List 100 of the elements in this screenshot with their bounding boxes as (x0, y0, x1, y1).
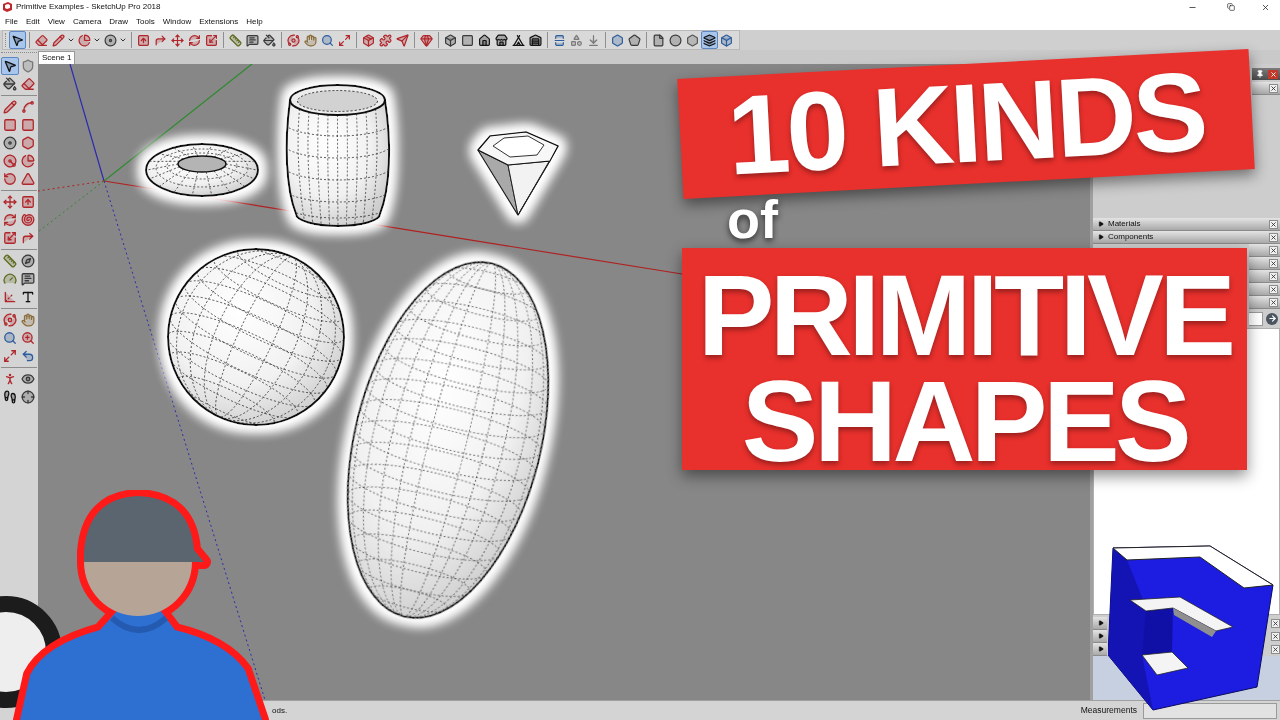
circle-radius-icon (3, 154, 17, 168)
hexagon-icon (686, 33, 699, 47)
arrow-button[interactable] (1266, 312, 1278, 325)
menu-item[interactable]: Extensions (195, 18, 243, 26)
hexagon-icon (611, 33, 624, 47)
panel-header[interactable] (1093, 643, 1107, 656)
tool-button[interactable] (1, 134, 19, 152)
scale-icon (3, 231, 17, 245)
tool-button[interactable] (667, 31, 684, 49)
close-icon[interactable] (1269, 219, 1278, 229)
puzzle-icon (379, 33, 392, 47)
tool-button[interactable] (527, 31, 544, 49)
square-arrow-up-icon (137, 33, 150, 47)
circle-icon (669, 33, 682, 47)
triangle-icon (21, 172, 35, 186)
letter-t-icon (21, 290, 35, 304)
menu-item[interactable]: Tools (132, 18, 159, 26)
menu-item[interactable]: Camera (68, 18, 106, 26)
tool-button[interactable] (9, 31, 26, 49)
tool-button[interactable] (19, 270, 37, 288)
collapsed-triangle-icon[interactable] (1098, 646, 1104, 652)
collapsed-triangle-icon[interactable] (1098, 620, 1104, 626)
warehouse-icon (529, 33, 542, 47)
menu-item[interactable]: Draw (105, 18, 132, 26)
tool-button[interactable] (442, 31, 459, 49)
close-icon[interactable] (1269, 284, 1278, 294)
square-icon (461, 33, 474, 47)
panel-header[interactable]: Components (1093, 231, 1280, 244)
cube-icon (720, 33, 733, 47)
send-icon (396, 33, 409, 47)
zoom-in-icon (21, 331, 35, 345)
eraser-icon (21, 77, 35, 91)
panel-header[interactable] (1093, 617, 1107, 630)
pin-icon[interactable] (1256, 70, 1264, 78)
hexagon-icon (21, 136, 35, 150)
tool-button[interactable] (102, 31, 119, 49)
eye-icon (21, 372, 35, 386)
menu-item[interactable]: File (1, 18, 22, 26)
caret-icon[interactable] (67, 36, 75, 44)
disc-icon (3, 136, 17, 150)
pointer-icon (11, 33, 24, 47)
collapsed-triangle-icon[interactable] (1098, 633, 1104, 639)
tool-button[interactable] (626, 31, 643, 49)
tool-button[interactable] (19, 388, 37, 406)
search-icon (3, 331, 17, 345)
collapsed-triangle-icon[interactable] (1098, 234, 1104, 240)
expand-arrows-icon (338, 33, 351, 47)
close-icon (1260, 2, 1270, 12)
filter-field[interactable] (1249, 311, 1263, 326)
close-icon[interactable] (1269, 245, 1278, 255)
paint-bucket-icon (263, 33, 276, 47)
collapsed-triangle-icon[interactable] (1098, 221, 1104, 227)
tool-button[interactable] (261, 31, 278, 49)
tool-button[interactable] (1, 57, 19, 75)
menu-item[interactable]: Help (242, 18, 267, 26)
expand-arrows-icon (3, 349, 17, 363)
arrow-right-icon (1267, 314, 1277, 323)
caret-icon[interactable] (119, 36, 127, 44)
tool-button[interactable] (476, 31, 493, 49)
curved-arrow-icon (21, 231, 35, 245)
crosshair-icon (21, 390, 35, 404)
shield-icon (21, 59, 35, 73)
menu-item[interactable]: Window (158, 18, 196, 26)
split-square-icon (553, 33, 566, 47)
close-icon[interactable] (1269, 83, 1278, 93)
hand-icon (304, 33, 317, 47)
headline-text: SHAPES (741, 368, 1188, 474)
house-icon (478, 33, 491, 47)
panel-header[interactable] (1093, 630, 1107, 643)
menu-item[interactable]: Edit (21, 18, 44, 26)
tool-button[interactable] (19, 252, 37, 270)
square-icon (3, 118, 17, 132)
close-icon[interactable] (1269, 258, 1278, 268)
pointer-icon (3, 59, 17, 73)
caret-icon[interactable] (93, 36, 101, 44)
tool-button[interactable] (1, 75, 19, 93)
close-icon[interactable] (1271, 632, 1280, 641)
gauge-icon (3, 272, 17, 286)
scene-tab[interactable]: Scene 1 (38, 51, 76, 64)
tool-button[interactable] (1, 388, 19, 406)
close-icon[interactable] (1271, 645, 1280, 654)
close-icon[interactable] (1271, 619, 1280, 628)
curve-icon (21, 100, 35, 114)
close-icon[interactable] (1269, 232, 1278, 242)
text-bubble-icon (246, 33, 259, 47)
arrow-down-icon (587, 33, 600, 47)
menu-item[interactable]: View (43, 18, 69, 26)
move-arrows-icon (171, 33, 184, 47)
close-button[interactable] (1268, 69, 1278, 79)
layers-icon (703, 33, 716, 47)
headline-text: PRIMITIVE (697, 262, 1232, 368)
close-icon[interactable] (1269, 271, 1278, 281)
close-icon[interactable] (1269, 297, 1278, 307)
tool-button[interactable] (493, 31, 510, 49)
rotate-icon (3, 213, 17, 227)
rotate-icon (3, 172, 17, 186)
square-arrow-up-icon (21, 195, 35, 209)
window-title: Primitive Examples - SketchUp Pro 2018 (16, 3, 161, 11)
tool-button[interactable] (701, 31, 718, 49)
panel-header[interactable]: Materials (1093, 218, 1280, 231)
